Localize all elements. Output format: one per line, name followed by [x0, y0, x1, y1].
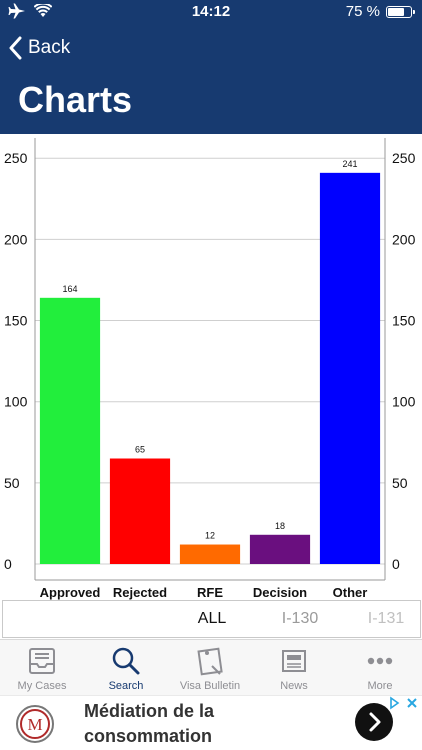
y-tick-label-left: 250 [4, 150, 28, 166]
y-tick-label-right: 100 [392, 394, 416, 410]
data-label: 164 [62, 284, 77, 294]
advertiser-logo: M [16, 705, 54, 743]
tab-visa-bulletin[interactable]: Visa Bulletin [168, 640, 252, 696]
status-right: 75 % [345, 3, 415, 20]
ad-banner[interactable]: M Médiation de la consommation [0, 695, 422, 750]
chevron-left-icon [9, 36, 22, 60]
tab-my-cases[interactable]: My Cases [0, 640, 84, 696]
data-label: 241 [342, 159, 357, 169]
header: 14:12 75 % Back Charts [0, 0, 422, 134]
y-tick-label-left: 50 [4, 475, 20, 491]
x-tick-label: Other [333, 585, 368, 600]
y-tick-label-left: 150 [4, 313, 28, 329]
newspaper-icon [282, 650, 306, 672]
data-label: 65 [135, 445, 145, 455]
tab-label: Visa Bulletin [179, 680, 241, 692]
logo-mark-icon: M [20, 709, 50, 739]
status-bar: 14:12 75 % [0, 0, 422, 24]
inbox-icon [29, 648, 55, 674]
x-tick-label: RFE [197, 585, 223, 600]
adchoices-icon[interactable] [386, 696, 420, 710]
battery-fill [388, 7, 404, 16]
tab-bar: My Cases Search Visa Bulletin News More [0, 639, 422, 695]
filter-all[interactable]: ALL [167, 601, 257, 637]
bar-chart: 0 0 50 50 100 100 150 150 200 200 250 250 164 Approve… [4, 138, 416, 600]
tab-search[interactable]: Search [84, 640, 168, 696]
more-icon [367, 657, 393, 665]
tab-label: My Cases [17, 680, 67, 692]
battery-percent: 75 % [345, 3, 380, 20]
x-tick-label: Decision [253, 585, 307, 600]
back-label: Back [28, 37, 71, 58]
y-tick-label-left: 0 [4, 556, 12, 572]
data-label: 12 [205, 531, 215, 541]
battery-tip [413, 9, 415, 14]
tab-news[interactable]: News [252, 640, 336, 696]
y-tick-label-left: 100 [4, 394, 28, 410]
battery-icon [386, 5, 415, 18]
search-icon [112, 647, 140, 675]
y-tick-label-right: 250 [392, 150, 416, 166]
ad-text: Médiation de la consommation [84, 701, 215, 746]
bar-decision [249, 534, 311, 564]
page-title: Charts [18, 79, 133, 120]
bar-rejected [109, 458, 171, 564]
filter-i-130[interactable]: I-130 [255, 601, 345, 637]
y-tick-label-left: 200 [4, 231, 28, 247]
logo-letter: M [27, 715, 42, 734]
tab-label: News [280, 680, 308, 692]
bar-approved [39, 297, 101, 564]
y-tick-label-right: 50 [392, 475, 408, 491]
tab-more[interactable]: More [338, 640, 422, 696]
bar-other [319, 172, 381, 564]
x-tick-label: Approved [40, 585, 101, 600]
data-label: 18 [275, 521, 285, 531]
bar-rfe [179, 544, 241, 564]
filter-i-131[interactable]: I-131 [341, 601, 422, 637]
note-icon [197, 647, 223, 676]
back-button[interactable]: Back [8, 34, 70, 62]
chart-area: 0 0 50 50 100 100 150 150 200 200 250 250 164 Approve… [0, 134, 422, 600]
y-tick-label-right: 200 [392, 231, 416, 247]
filter-segmented-control: ALL I-130 I-131 [2, 600, 421, 638]
tab-label: More [367, 680, 393, 692]
x-tick-label: Rejected [113, 585, 167, 600]
tab-label: Search [108, 680, 144, 692]
y-tick-label-right: 150 [392, 313, 416, 329]
y-tick-label-right: 0 [392, 556, 400, 572]
